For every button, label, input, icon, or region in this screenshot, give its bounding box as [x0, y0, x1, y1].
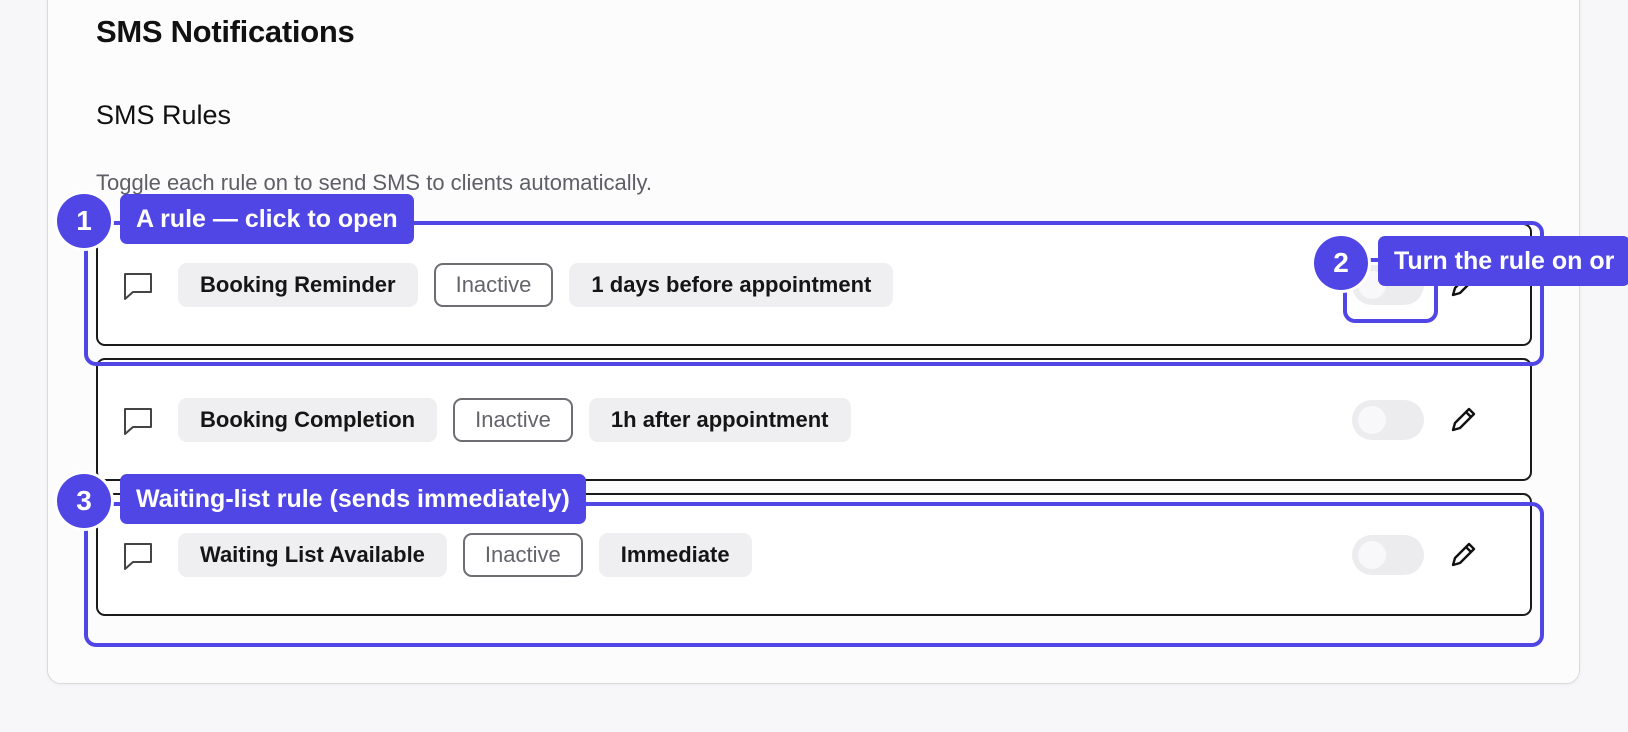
callout-number-2: 2 [1314, 236, 1368, 290]
page-title: SMS Notifications [96, 14, 355, 49]
rule-row-booking-completion[interactable]: Booking Completion Inactive 1h after app… [96, 358, 1532, 481]
message-icon [122, 406, 154, 436]
rule-toggle[interactable] [1352, 400, 1424, 440]
callout-label-3: Waiting-list rule (sends immediately) [120, 474, 586, 524]
section-description: Toggle each rule on to send SMS to clien… [96, 170, 653, 195]
rule-pills: Booking Completion Inactive 1h after app… [178, 398, 851, 442]
section-title: SMS Rules [96, 100, 232, 130]
pencil-icon[interactable] [1446, 403, 1480, 437]
status-badge: Inactive [453, 398, 573, 442]
toggle-knob [1358, 406, 1386, 434]
callout-number-3: 3 [57, 474, 111, 528]
rule-name: Booking Completion [178, 398, 438, 442]
rule-timing: 1h after appointment [588, 398, 851, 442]
callout-number-1: 1 [57, 194, 111, 248]
callout-label-2: Turn the rule on or [1378, 236, 1628, 286]
callout-label-1: A rule — click to open [120, 194, 414, 244]
